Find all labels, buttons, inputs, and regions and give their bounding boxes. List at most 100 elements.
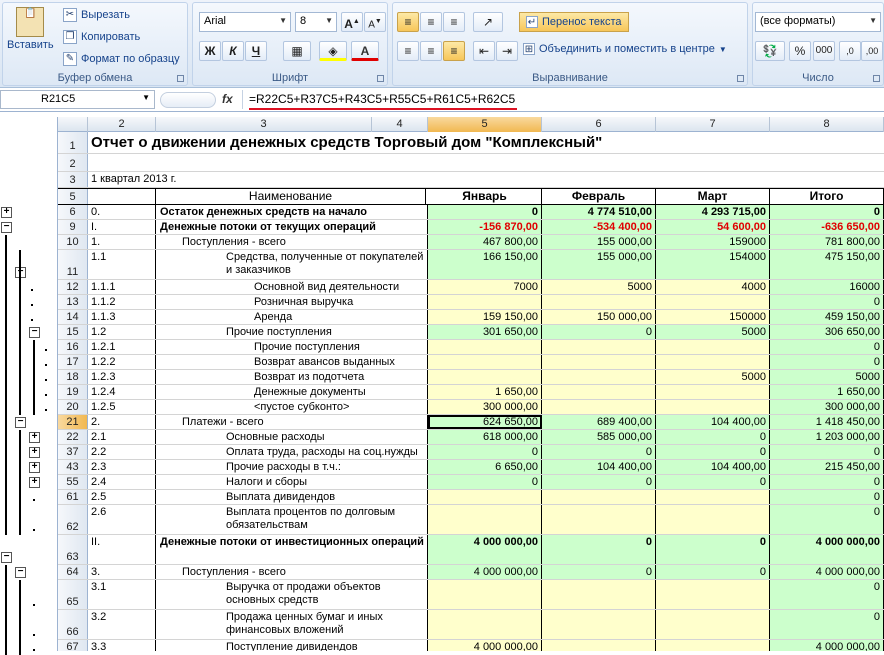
value-cell[interactable]: 1 418 450,00 bbox=[770, 415, 884, 429]
value-cell[interactable]: 155 000,00 bbox=[542, 250, 656, 279]
value-cell[interactable]: 4 000 000,00 bbox=[770, 535, 884, 564]
code-cell[interactable]: 1.2.2 bbox=[88, 355, 156, 369]
code-cell[interactable]: I. bbox=[88, 220, 156, 234]
name-cell[interactable]: Основные расходы bbox=[156, 430, 428, 444]
row-header[interactable]: 19 bbox=[58, 385, 88, 399]
align-bottom-icon[interactable]: ≡ bbox=[443, 12, 465, 32]
name-cell[interactable]: Поступления - всего bbox=[156, 565, 428, 579]
value-cell[interactable]: 689 400,00 bbox=[542, 415, 656, 429]
value-cell[interactable]: 624 650,00 bbox=[428, 415, 542, 429]
column-header-8[interactable]: 8 bbox=[770, 117, 884, 132]
name-cell[interactable]: Выплата дивидендов bbox=[156, 490, 428, 504]
column-header-7[interactable]: 7 bbox=[656, 117, 770, 132]
dialog-launcher-icon[interactable] bbox=[737, 75, 744, 82]
value-cell[interactable]: 0 bbox=[428, 445, 542, 459]
row-header[interactable]: 43 bbox=[58, 460, 88, 474]
code-cell[interactable]: 3.2 bbox=[88, 610, 156, 639]
code-cell[interactable]: 2.4 bbox=[88, 475, 156, 489]
name-cell[interactable]: Платежи - всего bbox=[156, 415, 428, 429]
name-cell[interactable]: Налоги и сборы bbox=[156, 475, 428, 489]
collapse-button[interactable]: − bbox=[1, 552, 12, 563]
value-cell[interactable]: 104 400,00 bbox=[656, 460, 770, 474]
name-cell[interactable]: Прочие поступления bbox=[156, 340, 428, 354]
header-month-cell[interactable]: Январь bbox=[428, 189, 542, 204]
value-cell[interactable] bbox=[656, 640, 770, 651]
value-cell[interactable]: 5000 bbox=[656, 370, 770, 384]
row-header[interactable]: 63 bbox=[58, 535, 88, 564]
code-cell[interactable]: 3.3 bbox=[88, 640, 156, 651]
value-cell[interactable]: 0 bbox=[770, 340, 884, 354]
value-cell[interactable]: 150000 bbox=[656, 310, 770, 324]
name-cell[interactable]: <пустое субконто> bbox=[156, 400, 428, 414]
value-cell[interactable]: 0 bbox=[770, 355, 884, 369]
value-cell[interactable] bbox=[542, 505, 656, 534]
currency-icon[interactable]: 💱 bbox=[755, 41, 785, 61]
expand-button[interactable]: + bbox=[29, 432, 40, 443]
value-cell[interactable]: 300 000,00 bbox=[428, 400, 542, 414]
value-cell[interactable] bbox=[656, 505, 770, 534]
collapse-button[interactable]: − bbox=[15, 567, 26, 578]
value-cell[interactable] bbox=[656, 295, 770, 309]
value-cell[interactable]: 1 650,00 bbox=[428, 385, 542, 399]
row-header[interactable]: 6 bbox=[58, 205, 88, 219]
value-cell[interactable] bbox=[656, 385, 770, 399]
name-cell[interactable]: Средства, полученные от покупателей и за… bbox=[156, 250, 428, 279]
value-cell[interactable] bbox=[656, 580, 770, 609]
value-cell[interactable]: 54 600,00 bbox=[656, 220, 770, 234]
value-cell[interactable] bbox=[542, 610, 656, 639]
collapse-button[interactable]: − bbox=[1, 222, 12, 233]
value-cell[interactable]: 0 bbox=[428, 205, 542, 219]
code-cell[interactable]: 1.2 bbox=[88, 325, 156, 339]
value-cell[interactable]: 306 650,00 bbox=[770, 325, 884, 339]
value-cell[interactable] bbox=[656, 355, 770, 369]
name-cell[interactable]: Возврат авансов выданных bbox=[156, 355, 428, 369]
value-cell[interactable]: 0 bbox=[770, 475, 884, 489]
value-cell[interactable] bbox=[428, 355, 542, 369]
name-cell[interactable]: Остаток денежных средств на начало bbox=[156, 205, 428, 219]
row-header[interactable]: 14 bbox=[58, 310, 88, 324]
row-header[interactable]: 12 bbox=[58, 280, 88, 294]
value-cell[interactable]: 300 000,00 bbox=[770, 400, 884, 414]
italic-button[interactable]: К bbox=[222, 41, 244, 61]
name-cell[interactable]: Выручка от продажи объектов основных сре… bbox=[156, 580, 428, 609]
code-cell[interactable]: 1.1.1 bbox=[88, 280, 156, 294]
name-cell[interactable]: Поступления - всего bbox=[156, 235, 428, 249]
paste-button[interactable]: 📋 Вставить bbox=[7, 7, 54, 51]
code-cell[interactable]: 0. bbox=[88, 205, 156, 219]
name-cell[interactable]: Продажа ценных бумаг и иных финансовых в… bbox=[156, 610, 428, 639]
column-header-6[interactable]: 6 bbox=[542, 117, 656, 132]
value-cell[interactable]: 0 bbox=[770, 580, 884, 609]
value-cell[interactable]: 4 000 000,00 bbox=[428, 535, 542, 564]
insert-function-icon[interactable]: fx bbox=[222, 92, 233, 106]
row-header[interactable]: 16 bbox=[58, 340, 88, 354]
value-cell[interactable] bbox=[656, 340, 770, 354]
row-header[interactable]: 10 bbox=[58, 235, 88, 249]
value-cell[interactable]: 5000 bbox=[656, 325, 770, 339]
increase-decimal-icon[interactable]: ,0 bbox=[839, 41, 861, 61]
name-cell[interactable]: Оплата труда, расходы на соц.нужды bbox=[156, 445, 428, 459]
code-cell[interactable]: 2. bbox=[88, 415, 156, 429]
value-cell[interactable]: 0 bbox=[770, 205, 884, 219]
shrink-font-icon[interactable]: A▼ bbox=[364, 12, 386, 32]
value-cell[interactable]: 215 450,00 bbox=[770, 460, 884, 474]
row-header[interactable]: 11 bbox=[58, 250, 88, 279]
value-cell[interactable]: 0 bbox=[656, 565, 770, 579]
value-cell[interactable]: 166 150,00 bbox=[428, 250, 542, 279]
header-month-cell[interactable]: Март bbox=[656, 189, 770, 204]
code-cell[interactable]: 1.1.3 bbox=[88, 310, 156, 324]
row-header[interactable]: 65 bbox=[58, 580, 88, 609]
value-cell[interactable]: 0 bbox=[770, 610, 884, 639]
formula-input[interactable]: =R22C5+R37C5+R43C5+R55C5+R61C5+R62C5 bbox=[242, 90, 884, 110]
value-cell[interactable] bbox=[428, 505, 542, 534]
decrease-indent-icon[interactable]: ⇤ bbox=[473, 41, 495, 61]
select-all-corner[interactable] bbox=[58, 117, 88, 132]
value-cell[interactable]: 475 150,00 bbox=[770, 250, 884, 279]
row-header[interactable]: 18 bbox=[58, 370, 88, 384]
value-cell[interactable]: 104 400,00 bbox=[656, 415, 770, 429]
value-cell[interactable] bbox=[428, 340, 542, 354]
value-cell[interactable]: -156 870,00 bbox=[428, 220, 542, 234]
period-label[interactable]: 1 квартал 2013 г. bbox=[88, 172, 288, 187]
font-name-select[interactable]: Arial ▼ bbox=[199, 12, 291, 32]
align-center-icon[interactable]: ≡ bbox=[420, 41, 442, 61]
value-cell[interactable]: 4 000 000,00 bbox=[428, 565, 542, 579]
